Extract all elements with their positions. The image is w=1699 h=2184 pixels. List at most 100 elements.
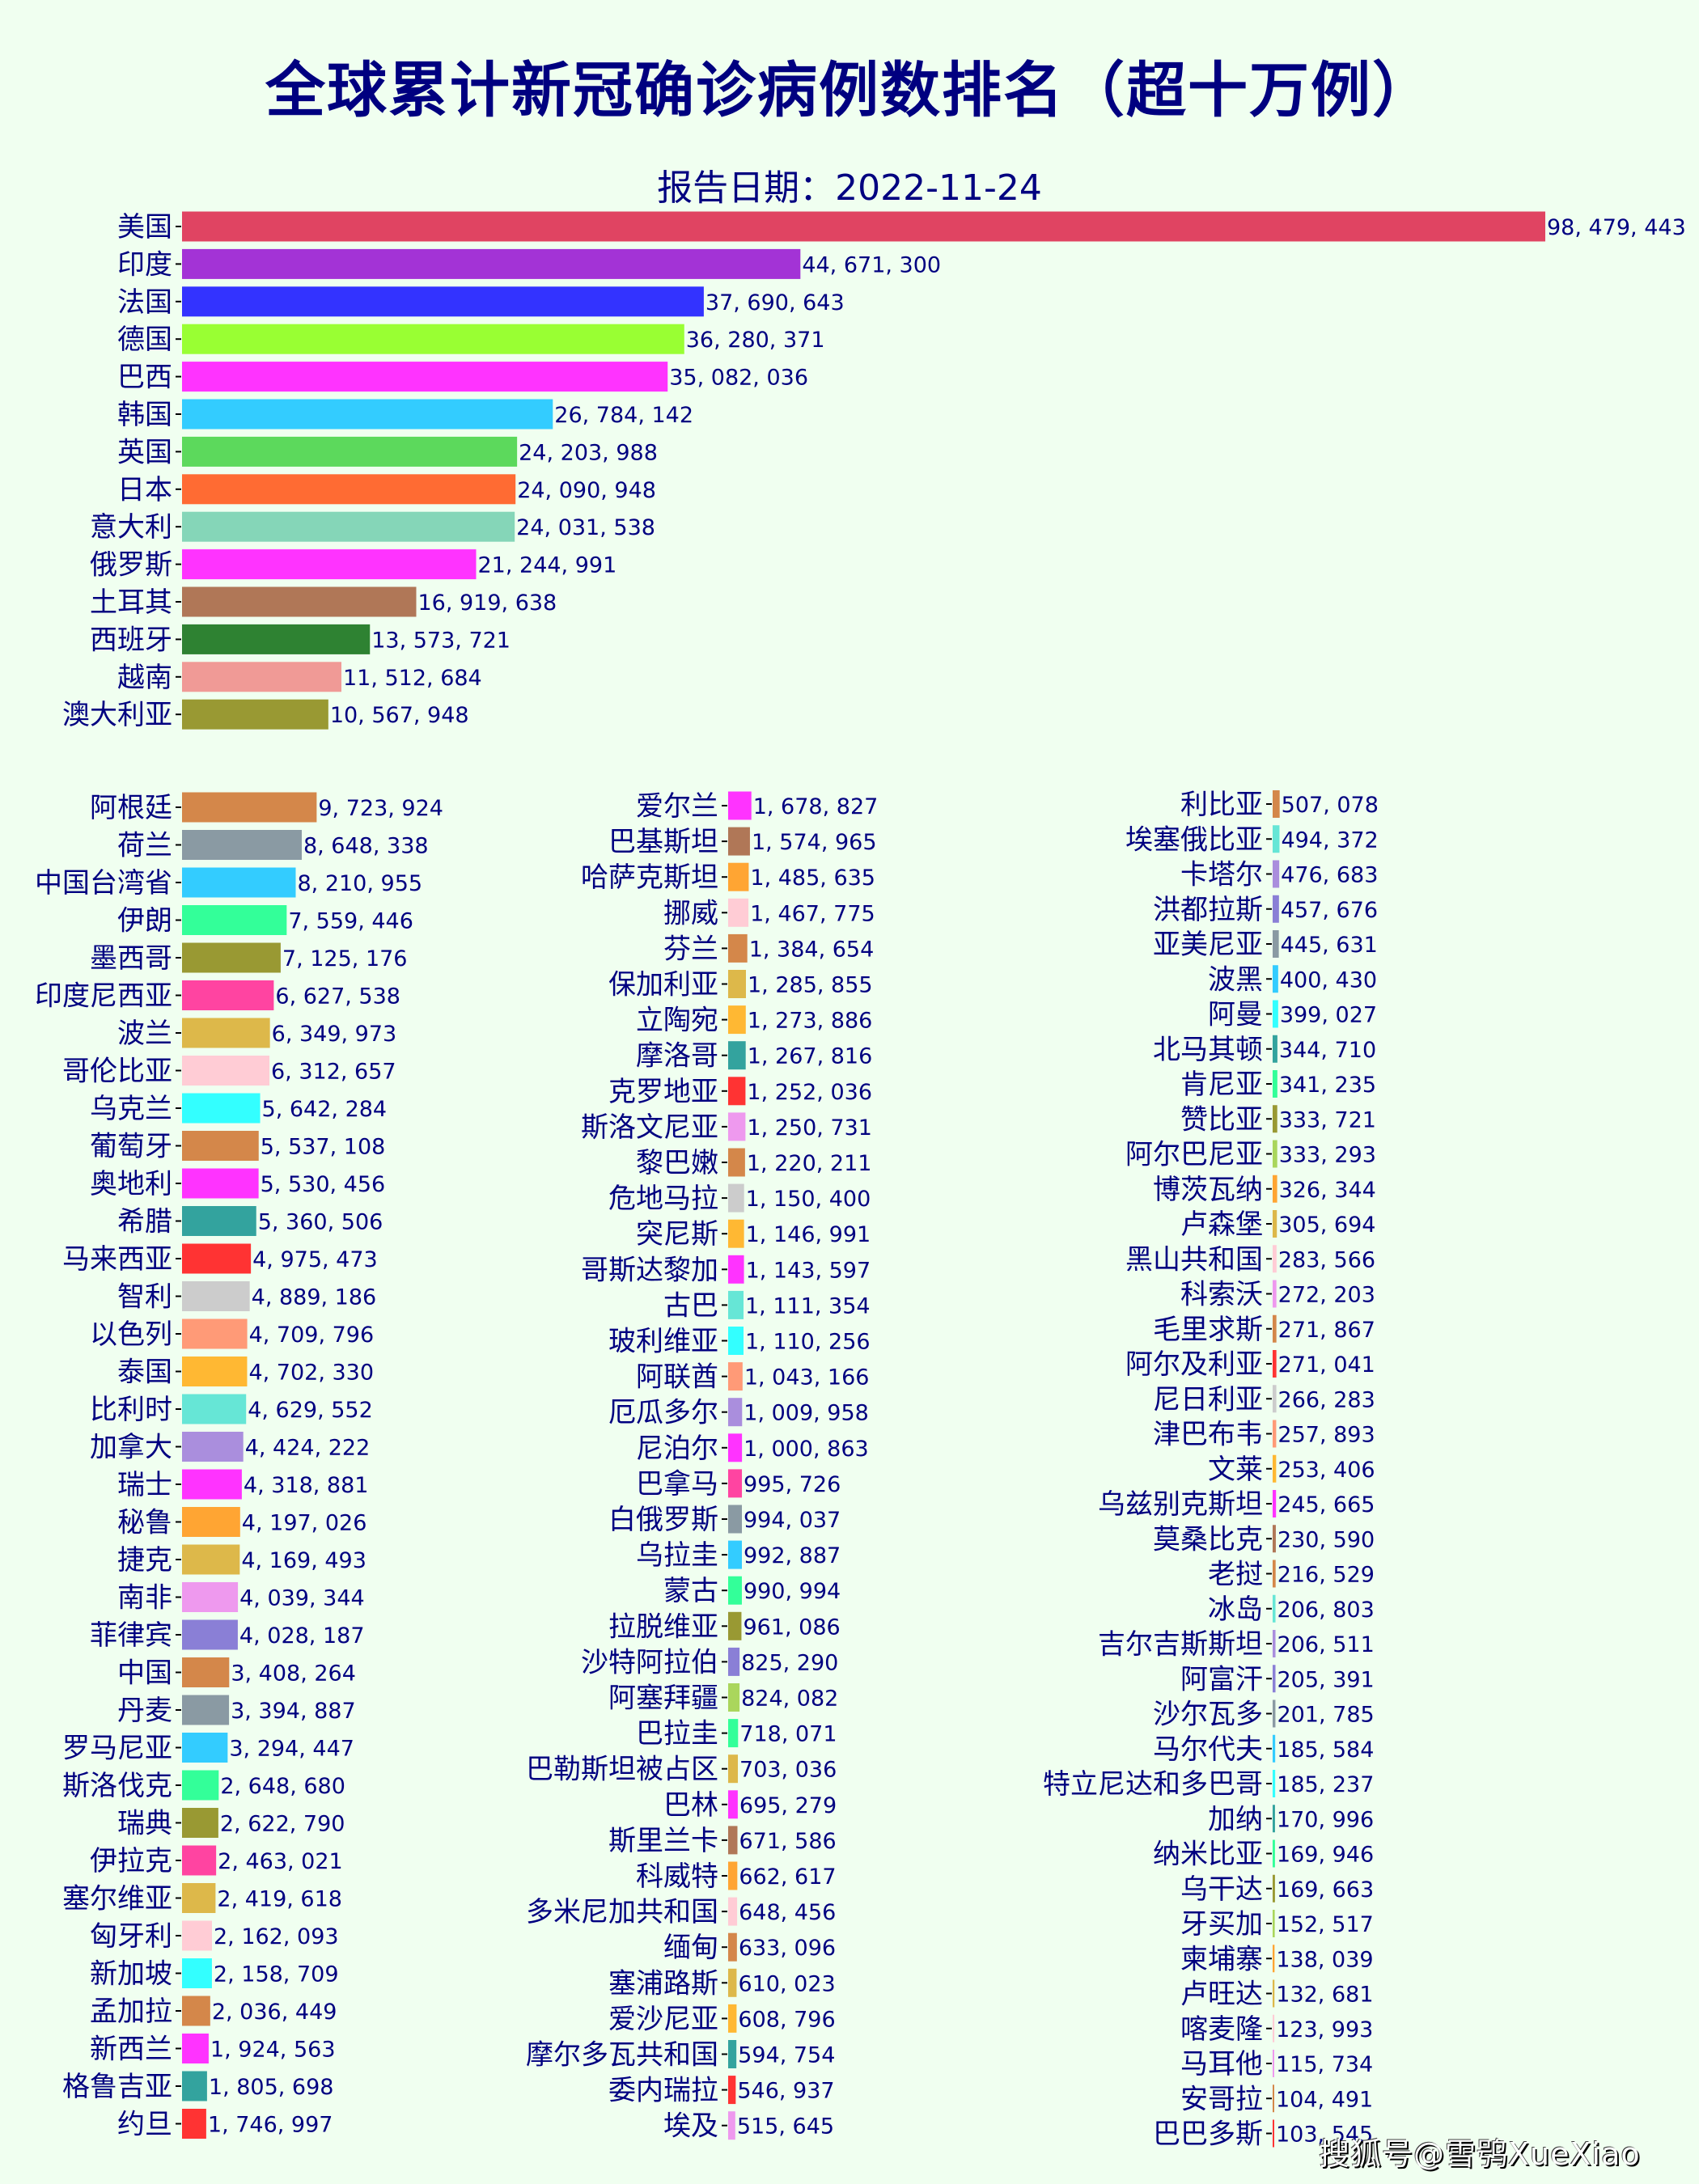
category-label: 加拿大 xyxy=(90,1432,172,1464)
value-label: 326, 344 xyxy=(1279,1178,1376,1203)
category-label: 巴西 xyxy=(117,362,172,394)
bar xyxy=(182,1770,219,1801)
bar xyxy=(728,1290,744,1319)
bar xyxy=(728,933,748,963)
value-label: 633, 096 xyxy=(739,1936,836,1961)
value-label: 230, 590 xyxy=(1277,1527,1375,1552)
value-label: 1, 574, 965 xyxy=(752,830,877,855)
category-label: 罗马尼亚 xyxy=(62,1733,172,1765)
bar xyxy=(1273,1280,1277,1308)
value-label: 104, 491 xyxy=(1276,2087,1373,2112)
bar xyxy=(728,1719,739,1748)
bar xyxy=(182,436,518,467)
category-label: 韩国 xyxy=(117,399,172,431)
value-label: 824, 082 xyxy=(741,1687,838,1712)
value-label: 546, 937 xyxy=(737,2079,834,2104)
category-label: 埃及 xyxy=(663,2110,718,2143)
value-label: 216, 529 xyxy=(1277,1563,1375,1588)
category-label: 科索沃 xyxy=(1180,1279,1263,1311)
panel-top: 美国 98, 479, 443 印度 44, 671, 300 法国 37, 690, 6… xyxy=(62,211,1686,731)
value-label: 205, 391 xyxy=(1277,1667,1375,1692)
value-label: 2, 158, 709 xyxy=(214,1962,339,1987)
value-label: 266, 283 xyxy=(1278,1387,1375,1412)
category-label: 波黑 xyxy=(1208,963,1263,996)
value-label: 4, 889, 186 xyxy=(252,1285,377,1310)
category-label: 美国 xyxy=(117,211,172,243)
category-label: 加纳 xyxy=(1208,1803,1263,1835)
bar xyxy=(182,2071,207,2101)
category-label: 俄罗斯 xyxy=(90,549,172,582)
category-label: 泰国 xyxy=(117,1357,172,1389)
value-label: 2, 419, 618 xyxy=(217,1887,342,1912)
value-label: 6, 312, 657 xyxy=(271,1060,396,1085)
bar xyxy=(728,2076,736,2105)
bar xyxy=(728,1327,744,1355)
value-label: 662, 617 xyxy=(739,1864,836,1890)
bar xyxy=(182,211,1545,242)
value-label: 170, 996 xyxy=(1277,1807,1374,1832)
category-label: 保加利亚 xyxy=(608,969,718,1001)
bar xyxy=(182,511,515,542)
category-label: 洪都拉斯 xyxy=(1153,894,1263,926)
category-label: 以色列 xyxy=(90,1318,172,1351)
category-label: 塞浦路斯 xyxy=(608,1967,718,2000)
category-label: 埃塞俄比亚 xyxy=(1125,823,1263,856)
category-label: 菲律宾 xyxy=(90,1619,172,1652)
category-label: 巴拉圭 xyxy=(636,1718,718,1750)
category-label: 印度尼西亚 xyxy=(35,980,172,1013)
value-label: 648, 456 xyxy=(739,1900,836,1925)
category-label: 哥斯达黎加 xyxy=(581,1254,718,1286)
value-label: 4, 039, 344 xyxy=(239,1586,365,1611)
category-label: 乌干达 xyxy=(1180,1873,1263,1906)
category-label: 德国 xyxy=(117,324,172,356)
category-label: 新西兰 xyxy=(90,2034,172,2066)
bar xyxy=(182,399,553,430)
bar xyxy=(1273,1979,1275,2008)
bar xyxy=(1273,2050,1274,2077)
bar xyxy=(182,324,684,354)
category-label: 巴基斯坦 xyxy=(608,826,718,858)
value-label: 152, 517 xyxy=(1277,1912,1374,1937)
category-label: 卡塔尔 xyxy=(1180,859,1263,891)
category-label: 马尔代夫 xyxy=(1153,1733,1263,1766)
value-label: 13, 573, 721 xyxy=(371,628,511,653)
value-label: 26, 784, 142 xyxy=(554,403,693,428)
category-label: 匈牙利 xyxy=(90,1920,172,1953)
value-label: 1, 043, 166 xyxy=(744,1365,870,1390)
bar xyxy=(728,1968,737,1997)
value-label: 1, 250, 731 xyxy=(747,1115,872,1141)
value-label: 344, 710 xyxy=(1279,1038,1376,1063)
bar xyxy=(728,970,747,998)
bar xyxy=(1273,1420,1277,1448)
category-label: 多米尼加共和国 xyxy=(526,1896,718,1928)
category-label: 玻利维亚 xyxy=(608,1326,718,1358)
bar xyxy=(728,791,752,820)
value-label: 1, 252, 036 xyxy=(747,1080,872,1105)
value-label: 37, 690, 643 xyxy=(705,290,845,315)
value-label: 201, 785 xyxy=(1277,1703,1374,1728)
bar xyxy=(1273,790,1280,818)
bar xyxy=(1273,1210,1277,1238)
value-label: 1, 150, 400 xyxy=(746,1187,871,1212)
category-label: 喀麦隆 xyxy=(1180,2013,1263,2046)
category-label: 比利时 xyxy=(90,1394,172,1426)
value-label: 476, 683 xyxy=(1281,863,1378,888)
category-label: 孟加拉 xyxy=(90,1996,172,2028)
value-label: 271, 867 xyxy=(1278,1318,1375,1343)
value-label: 5, 360, 506 xyxy=(258,1210,383,1235)
category-label: 西班牙 xyxy=(90,624,172,656)
value-label: 992, 887 xyxy=(744,1543,841,1568)
bar xyxy=(1273,1385,1277,1413)
value-label: 399, 027 xyxy=(1280,1003,1377,1028)
category-label: 亚美尼亚 xyxy=(1153,929,1263,961)
value-label: 4, 169, 493 xyxy=(241,1548,366,1573)
value-label: 21, 244, 991 xyxy=(478,553,617,578)
category-label: 希腊 xyxy=(117,1206,172,1238)
category-label: 爱尔兰 xyxy=(636,790,718,823)
value-label: 341, 235 xyxy=(1279,1073,1376,1098)
category-label: 斯里兰卡 xyxy=(608,1825,718,1857)
bar xyxy=(1273,965,1278,993)
category-label: 墨西哥 xyxy=(90,942,172,975)
bar xyxy=(1273,1525,1276,1553)
value-label: 272, 203 xyxy=(1278,1283,1375,1308)
